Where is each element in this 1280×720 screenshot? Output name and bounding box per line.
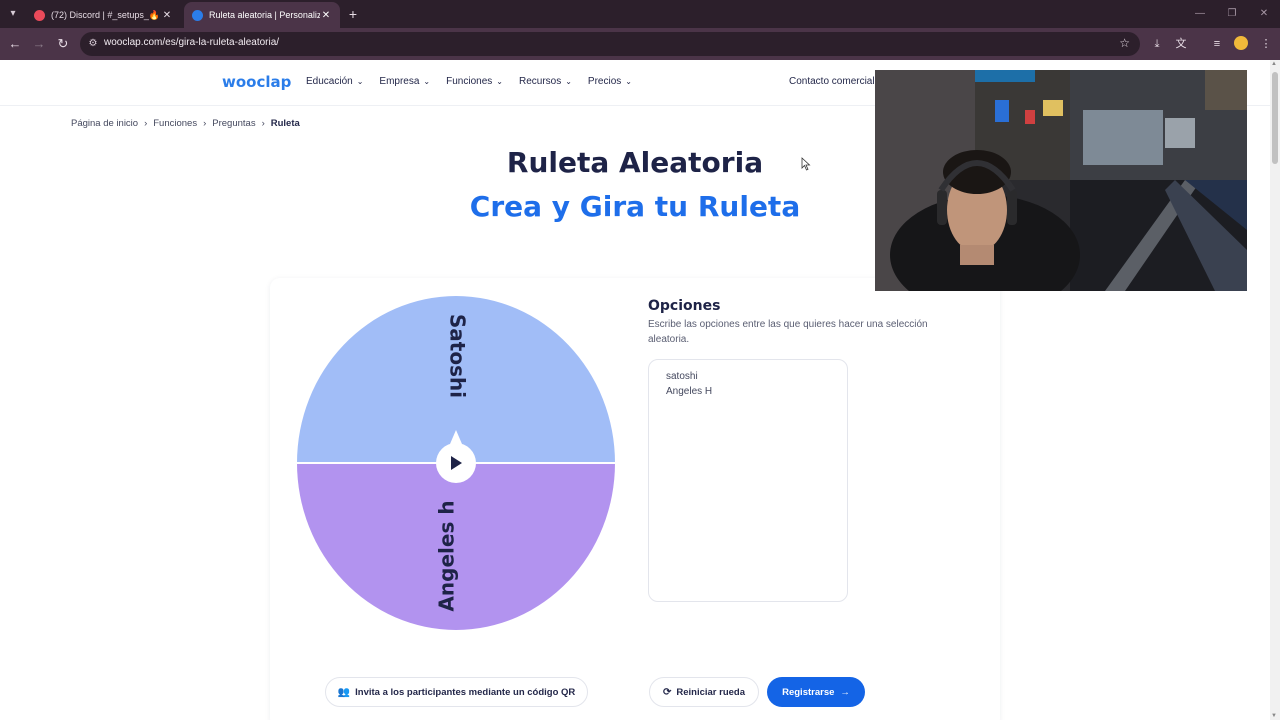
option-line[interactable]: Angeles H bbox=[666, 384, 847, 399]
chevron-right-icon: › bbox=[203, 118, 207, 129]
address-bar[interactable]: ⚙ wooclap.com/es/gira-la-ruleta-aleatori… bbox=[80, 32, 1140, 56]
main-menu: Educación ⌄ Empresa ⌄ Funciones ⌄ Recursos ⌄… bbox=[306, 76, 648, 87]
chevron-right-icon: › bbox=[144, 118, 148, 129]
chevron-down-icon: ⌄ bbox=[496, 77, 503, 86]
option-line[interactable]: satoshi bbox=[666, 369, 847, 384]
wooclap-favicon-icon bbox=[192, 9, 203, 21]
chevron-down-icon: ⌄ bbox=[625, 77, 632, 86]
menu-item-precios[interactable]: Precios ⌄ bbox=[588, 76, 632, 87]
tab-title: (72) Discord | #_setups_🔥🖥️ | bbox=[51, 9, 161, 20]
invite-qr-label: Invita a los participantes mediante un c… bbox=[355, 686, 576, 698]
page-scrollbar[interactable]: ▲ ▼ bbox=[1270, 60, 1280, 720]
bookmark-star-icon[interactable]: ☆ bbox=[1119, 36, 1130, 50]
spin-wheel[interactable]: Satoshi Angeles h bbox=[296, 296, 616, 630]
chevron-right-icon: › bbox=[261, 118, 265, 129]
menu-item-empresa[interactable]: Empresa ⌄ bbox=[379, 76, 430, 87]
site-info-icon[interactable]: ⚙ bbox=[86, 37, 100, 51]
register-button[interactable]: Registrarse → bbox=[767, 677, 865, 707]
close-window-icon[interactable]: ✕ bbox=[1248, 0, 1280, 28]
mouse-cursor-icon bbox=[801, 157, 811, 171]
menu-item-recursos[interactable]: Recursos ⌄ bbox=[519, 76, 572, 87]
tab-search-icon[interactable]: ▾ bbox=[4, 5, 22, 23]
restore-icon[interactable]: ❐ bbox=[1216, 0, 1248, 28]
menu-item-educacion[interactable]: Educación ⌄ bbox=[306, 76, 363, 87]
scroll-down-arrow-icon[interactable]: ▼ bbox=[1271, 713, 1277, 719]
reset-wheel-button[interactable]: ⟳ Reiniciar rueda bbox=[649, 677, 759, 707]
breadcrumb-current: Ruleta bbox=[270, 118, 300, 129]
tab-title: Ruleta aleatoria | Personaliza y bbox=[209, 10, 320, 20]
breadcrumb-home[interactable]: Página de inicio bbox=[71, 118, 138, 129]
reset-wheel-label: Reiniciar rueda bbox=[676, 686, 746, 698]
users-icon: 👥 bbox=[337, 686, 351, 698]
menu-item-label: Recursos bbox=[518, 76, 562, 87]
download-icon[interactable]: ⤓ bbox=[1149, 36, 1165, 52]
arrow-right-icon: → bbox=[840, 686, 850, 698]
tab-ruleta[interactable]: Ruleta aleatoria | Personaliza y ✕ bbox=[184, 2, 340, 28]
reload-icon[interactable]: ↻ bbox=[53, 34, 73, 54]
media-control-icon[interactable]: ≡ bbox=[1209, 36, 1225, 52]
discord-favicon-icon bbox=[34, 9, 45, 21]
wheel-label-satoshi: Satoshi bbox=[446, 314, 470, 398]
menu-kebab-icon[interactable]: ⋮ bbox=[1258, 36, 1274, 52]
breadcrumb-preguntas[interactable]: Preguntas bbox=[212, 118, 255, 129]
tab-discord[interactable]: (72) Discord | #_setups_🔥🖥️ | ✕ bbox=[26, 2, 181, 28]
menu-item-label: Precios bbox=[587, 76, 622, 87]
register-label: Registrarse bbox=[782, 686, 835, 698]
menu-item-funciones[interactable]: Funciones ⌄ bbox=[446, 76, 503, 87]
forward-icon[interactable]: → bbox=[29, 34, 49, 54]
options-title: Opciones bbox=[648, 298, 721, 314]
invite-qr-button[interactable]: 👥 Invita a los participantes mediante un… bbox=[325, 677, 588, 707]
wooclap-logo[interactable]: wooclap bbox=[222, 73, 291, 91]
contact-sales-link[interactable]: Contacto comercial bbox=[789, 76, 875, 87]
minimize-icon[interactable]: — bbox=[1184, 0, 1216, 28]
translate-icon[interactable]: 文 bbox=[1173, 36, 1189, 52]
close-icon[interactable]: ✕ bbox=[161, 10, 173, 21]
window-controls: — ❐ ✕ bbox=[1184, 0, 1280, 28]
plus-icon[interactable]: + bbox=[344, 5, 362, 23]
scrollbar-thumb[interactable] bbox=[1272, 72, 1278, 164]
profile-avatar[interactable] bbox=[1234, 36, 1248, 50]
breadcrumb: Página de inicio › Funciones › Preguntas… bbox=[71, 118, 300, 129]
back-icon[interactable]: ← bbox=[5, 34, 25, 54]
menu-item-label: Educación bbox=[306, 76, 353, 87]
chevron-down-icon: ⌄ bbox=[565, 77, 572, 86]
browser-tab-strip: ▾ (72) Discord | #_setups_🔥🖥️ | ✕ Ruleta… bbox=[0, 0, 1280, 28]
wheel-label-angeles: Angeles h bbox=[435, 500, 459, 611]
options-textarea[interactable]: satoshi Angeles H bbox=[648, 359, 848, 602]
close-icon[interactable]: ✕ bbox=[320, 10, 332, 21]
menu-item-label: Funciones bbox=[446, 76, 493, 87]
chevron-down-icon: ⌄ bbox=[423, 77, 431, 86]
breadcrumb-funciones[interactable]: Funciones bbox=[153, 118, 197, 129]
options-description: Escribe las opciones entre las que quier… bbox=[648, 319, 928, 345]
url-text[interactable]: wooclap.com/es/gira-la-ruleta-aleatoria/ bbox=[104, 37, 279, 48]
chevron-down-icon: ⌄ bbox=[356, 77, 364, 86]
menu-item-label: Empresa bbox=[379, 76, 420, 87]
refresh-icon: ⟳ bbox=[662, 686, 672, 698]
browser-toolbar: ← → ↻ ⚙ wooclap.com/es/gira-la-ruleta-al… bbox=[0, 28, 1280, 60]
webcam-overlay bbox=[875, 70, 1247, 291]
scroll-up-arrow-icon[interactable]: ▲ bbox=[1271, 61, 1277, 67]
